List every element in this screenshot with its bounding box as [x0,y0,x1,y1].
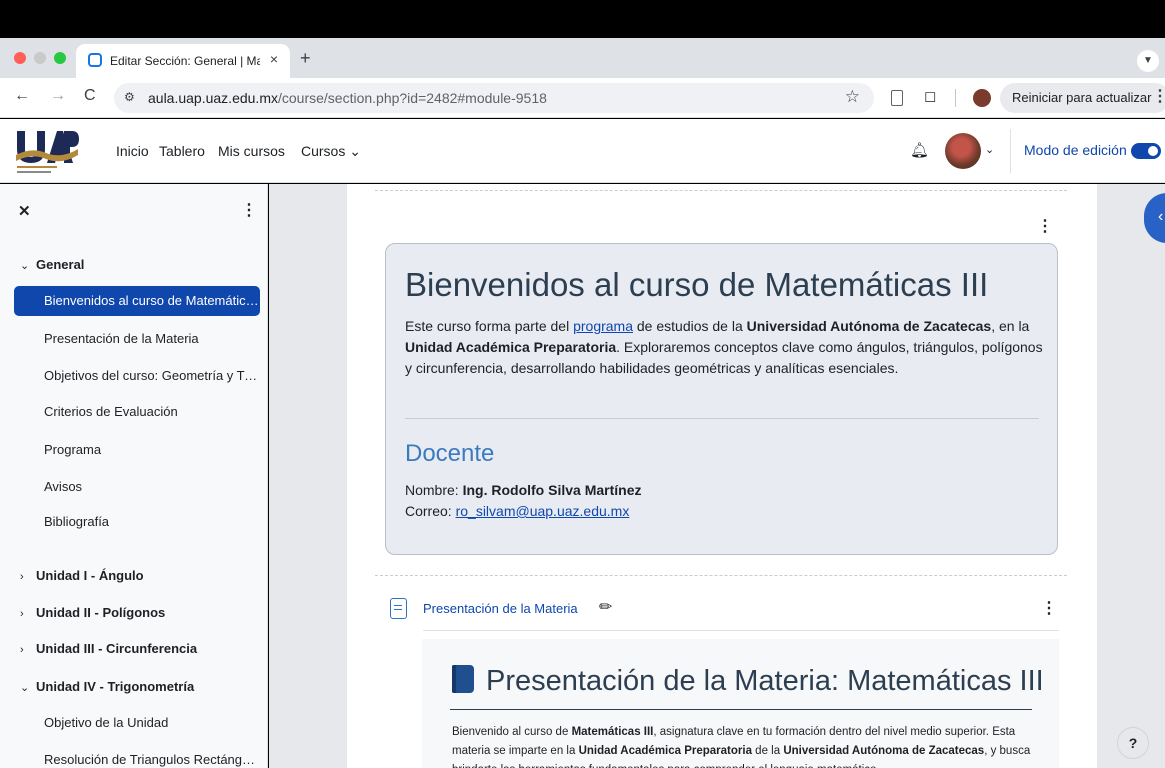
url-text[interactable]: aula.uap.uaz.edu.mx/course/section.php?i… [148,90,547,106]
course-index-item-bibliografia[interactable]: Bibliografía [14,507,260,537]
window-minimize-button[interactable] [34,52,46,64]
chevron-down-icon[interactable]: ⌄ [20,259,36,272]
course-index-item-objetivos[interactable]: Objetivos del curso: Geometría y Trigono… [14,361,260,391]
page-document-icon [390,598,407,619]
course-content: ⋮ Bienvenidos al curso de Matemáticas II… [347,184,1097,768]
presentation-block: Presentación de la Materia: Matemáticas … [422,639,1059,768]
welcome-title: Bienvenidos al curso de Matemáticas III [405,266,989,303]
url-host: aula.uap.uaz.edu.mx [148,90,278,106]
tab-close-icon[interactable]: × [270,51,278,67]
nav-inicio[interactable]: Inicio [116,143,149,159]
more-options-icon[interactable]: ⋮ [1037,216,1053,236]
os-top-bar [0,0,1165,38]
tab-title: Editar Sección: General | Matemáticas II… [110,54,260,68]
section-general[interactable]: ⌄ General [20,257,84,272]
chevron-right-icon[interactable]: › [20,571,36,583]
help-button[interactable]: ? [1117,727,1149,759]
back-button[interactable]: ← [14,87,30,105]
chevron-left-icon: ‹ [1158,208,1164,225]
docente-correo: Correo: ro_silvam@uap.uaz.edu.mx [405,503,630,519]
correo-link[interactable]: ro_silvam@uap.uaz.edu.mx [456,503,630,519]
presentation-divider [450,709,1032,710]
uap-logo[interactable] [14,125,80,177]
new-tab-button[interactable]: + [300,48,311,69]
navbar-divider [1010,129,1011,173]
course-index-item-programa[interactable]: Programa [14,435,260,465]
relaunch-button[interactable]: Reiniciar para actualizar [1000,83,1165,113]
more-options-icon[interactable]: ⋮ [241,200,257,220]
section-divider [375,190,1067,191]
extensions-icon[interactable]: ◻ [924,87,936,105]
forward-button[interactable]: → [50,87,66,105]
book-icon [452,665,474,693]
section-unidad-1[interactable]: › Unidad I - Ángulo [20,568,144,583]
course-index-item-avisos[interactable]: Avisos [14,472,260,502]
programa-link[interactable]: programa [573,318,633,334]
site-navbar: Inicio Tablero Mis cursos Cursos ⌄ 🔔︎ ⌄ … [0,119,1165,183]
pencil-edit-icon[interactable]: ✏︎ [599,597,612,617]
docente-nombre: Nombre: Ing. Rodolfo Silva Martínez [405,482,642,498]
browser-tab-strip: Editar Sección: General | Matemáticas II… [0,38,1165,78]
bell-icon[interactable]: 🔔︎ [910,141,929,159]
reading-mode-icon[interactable] [891,90,903,106]
activity-title-link[interactable]: Presentación de la Materia [423,601,578,616]
section-unidad-3[interactable]: › Unidad III - Circunferencia [20,641,197,656]
section-unidad-2[interactable]: › Unidad II - Polígonos [20,605,165,620]
browser-menu-icon[interactable]: ⋮ [1152,86,1165,106]
user-avatar[interactable] [945,133,981,169]
chevron-down-icon[interactable]: ⌄ [985,143,994,156]
reload-button[interactable]: C [84,87,96,105]
close-icon[interactable]: ✕ [18,202,31,220]
toolbar-divider [955,89,956,107]
window-maximize-button[interactable] [54,52,66,64]
presentation-paragraph: Bienvenido al curso de Matemáticas III, … [452,726,1031,768]
section-unidad-4[interactable]: ⌄ Unidad IV - Trigonometría [20,679,194,694]
docente-heading: Docente [405,440,495,467]
chevron-right-icon[interactable]: › [20,644,36,656]
course-index-item-bienvenidos[interactable]: Bienvenidos al curso de Matemáticas III [14,286,260,316]
url-path: /course/section.php?id=2482#module-9518 [277,90,547,106]
chevron-down-icon[interactable]: ⌄ [20,681,36,694]
more-options-icon[interactable]: ⋮ [1041,598,1057,618]
edit-mode-toggle[interactable] [1131,143,1161,159]
activity-divider [423,630,1059,631]
course-index-item-presentacion[interactable]: Presentación de la Materia [14,324,260,354]
welcome-divider [405,418,1039,419]
page-region: ⋮ Bienvenidos al curso de Matemáticas II… [269,184,1165,768]
window-close-button[interactable] [14,52,26,64]
nav-mis-cursos[interactable]: Mis cursos [218,143,285,159]
site-favicon-icon [88,53,102,67]
course-index-item-criterios[interactable]: Criterios de Evaluación [14,397,260,427]
profile-avatar-icon[interactable] [973,89,991,107]
nav-tablero[interactable]: Tablero [159,143,205,159]
activity-row: Presentación de la Materia ✏︎ ⋮ [387,596,1059,632]
address-bar[interactable]: ⚙ aula.uap.uaz.edu.mx/course/section.php… [114,83,874,113]
chevron-down-icon[interactable]: ▼ [1137,50,1159,72]
bookmark-star-icon[interactable]: ☆ [845,87,860,107]
course-index-item-resolucion[interactable]: Resolución de Triangulos Rectángulos [14,745,260,768]
nav-cursos[interactable]: Cursos ⌄ [301,143,361,160]
welcome-paragraph: Este curso forma parte del programa de e… [405,318,1043,376]
browser-toolbar: ← → C ⚙ aula.uap.uaz.edu.mx/course/secti… [0,78,1165,118]
chevron-right-icon[interactable]: › [20,608,36,620]
section-divider [375,575,1067,576]
edit-mode-label: Modo de edición [1024,142,1127,158]
browser-tab[interactable]: Editar Sección: General | Matemáticas II… [76,44,290,78]
course-index-item-objetivo-unidad[interactable]: Objetivo de la Unidad [14,708,260,738]
site-settings-icon[interactable]: ⚙ [124,90,135,104]
presentation-title: Presentación de la Materia: Matemáticas … [452,665,1044,698]
welcome-card: Bienvenidos al curso de Matemáticas III … [385,243,1058,555]
course-index-drawer: ✕ ⋮ ⌄ General Bienvenidos al curso de Mat… [0,184,268,768]
